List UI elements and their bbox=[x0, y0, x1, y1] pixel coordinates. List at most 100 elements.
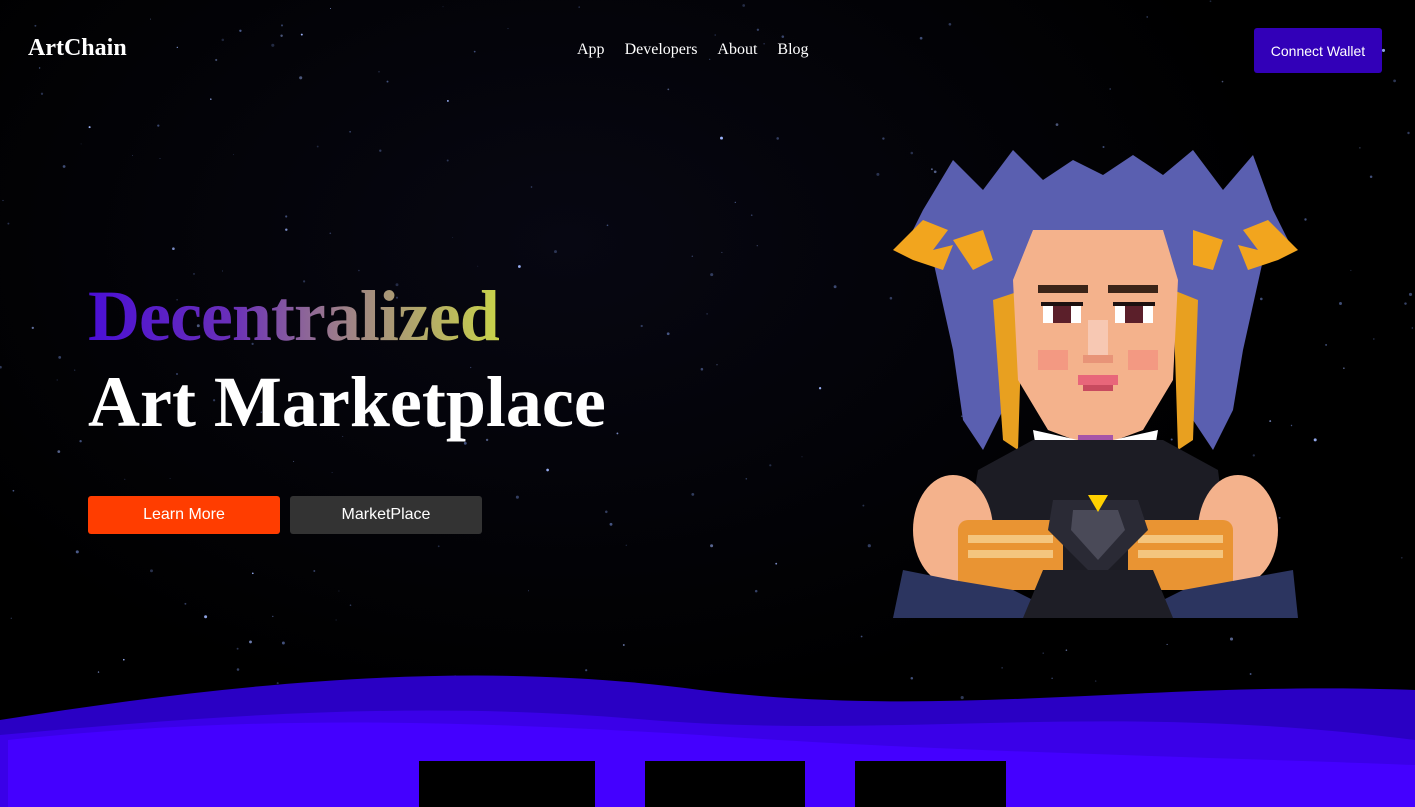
star bbox=[833, 285, 837, 289]
nav-link-app[interactable]: App bbox=[577, 42, 605, 58]
star bbox=[313, 570, 316, 572]
star bbox=[293, 460, 295, 462]
star bbox=[452, 237, 454, 239]
star bbox=[150, 569, 153, 573]
star bbox=[876, 172, 880, 176]
star bbox=[1166, 643, 1168, 645]
star bbox=[7, 222, 10, 225]
star bbox=[437, 545, 440, 548]
star bbox=[88, 126, 91, 129]
star bbox=[62, 165, 66, 168]
hero-section: ArtChain App Developers About Blog Conne… bbox=[0, 0, 1415, 807]
star bbox=[236, 647, 239, 650]
star bbox=[58, 356, 62, 359]
star bbox=[1229, 637, 1234, 641]
star bbox=[606, 224, 609, 227]
star bbox=[716, 364, 718, 366]
star bbox=[329, 232, 332, 235]
star bbox=[1339, 302, 1342, 305]
star bbox=[80, 143, 82, 145]
star bbox=[184, 602, 187, 605]
star bbox=[193, 273, 195, 275]
star bbox=[281, 641, 285, 645]
star bbox=[1102, 145, 1105, 149]
star bbox=[889, 296, 893, 300]
star bbox=[1407, 131, 1410, 135]
bottom-card-2 bbox=[645, 761, 805, 807]
star bbox=[1325, 343, 1328, 346]
star bbox=[554, 250, 557, 254]
star bbox=[2, 199, 4, 202]
star bbox=[1400, 556, 1403, 559]
star bbox=[463, 441, 467, 445]
star bbox=[249, 640, 252, 644]
star bbox=[335, 619, 337, 621]
star bbox=[0, 365, 2, 369]
star bbox=[74, 369, 76, 371]
star bbox=[769, 464, 772, 467]
star bbox=[801, 456, 803, 458]
hero-title: Art Marketplace bbox=[88, 362, 606, 442]
star bbox=[316, 145, 319, 148]
star bbox=[446, 99, 449, 102]
hero-title-gradient: Decentralized bbox=[88, 276, 500, 356]
nav-links: App Developers About Blog bbox=[577, 42, 809, 58]
logo-link[interactable]: ArtChain bbox=[28, 36, 127, 60]
star bbox=[124, 478, 126, 480]
star bbox=[1343, 367, 1345, 369]
star bbox=[251, 572, 254, 575]
star bbox=[710, 273, 714, 277]
star bbox=[75, 550, 79, 554]
star bbox=[1304, 218, 1307, 221]
star bbox=[285, 228, 288, 231]
star bbox=[221, 270, 223, 272]
star bbox=[12, 489, 15, 492]
connect-wallet-button[interactable]: Connect Wallet bbox=[1254, 28, 1382, 73]
nav-link-developers[interactable]: Developers bbox=[625, 42, 698, 58]
star bbox=[625, 544, 628, 547]
star bbox=[132, 154, 133, 156]
star bbox=[331, 471, 333, 473]
star bbox=[605, 510, 608, 514]
star bbox=[157, 124, 160, 127]
star bbox=[527, 590, 530, 592]
star bbox=[10, 617, 12, 619]
star bbox=[1369, 175, 1373, 178]
nav-link-blog[interactable]: Blog bbox=[777, 42, 808, 58]
star bbox=[776, 137, 779, 140]
star bbox=[1359, 147, 1361, 149]
star bbox=[169, 478, 171, 480]
marketplace-button[interactable]: MarketPlace bbox=[290, 496, 482, 534]
bottom-card-1 bbox=[419, 761, 595, 807]
star bbox=[1350, 269, 1352, 271]
star bbox=[1404, 302, 1407, 305]
star bbox=[1408, 292, 1413, 296]
star bbox=[609, 522, 613, 526]
star bbox=[867, 544, 871, 548]
star bbox=[756, 245, 758, 247]
star bbox=[56, 379, 58, 381]
star bbox=[446, 159, 449, 162]
star bbox=[272, 615, 274, 618]
star bbox=[79, 439, 82, 443]
star bbox=[710, 544, 714, 548]
star bbox=[860, 635, 863, 638]
star bbox=[546, 468, 549, 472]
star bbox=[1065, 649, 1068, 651]
star bbox=[1411, 327, 1413, 329]
star bbox=[734, 201, 736, 204]
star bbox=[1372, 338, 1375, 340]
star bbox=[745, 478, 748, 480]
star bbox=[721, 251, 723, 253]
nav-link-about[interactable]: About bbox=[717, 42, 757, 58]
star bbox=[349, 131, 351, 133]
star bbox=[691, 492, 695, 496]
star bbox=[754, 589, 758, 593]
star bbox=[515, 495, 519, 499]
bottom-card-3 bbox=[855, 761, 1006, 807]
star bbox=[775, 562, 778, 565]
star bbox=[720, 136, 723, 140]
star bbox=[57, 450, 61, 453]
learn-more-button[interactable]: Learn More bbox=[88, 496, 280, 534]
star bbox=[159, 158, 161, 160]
